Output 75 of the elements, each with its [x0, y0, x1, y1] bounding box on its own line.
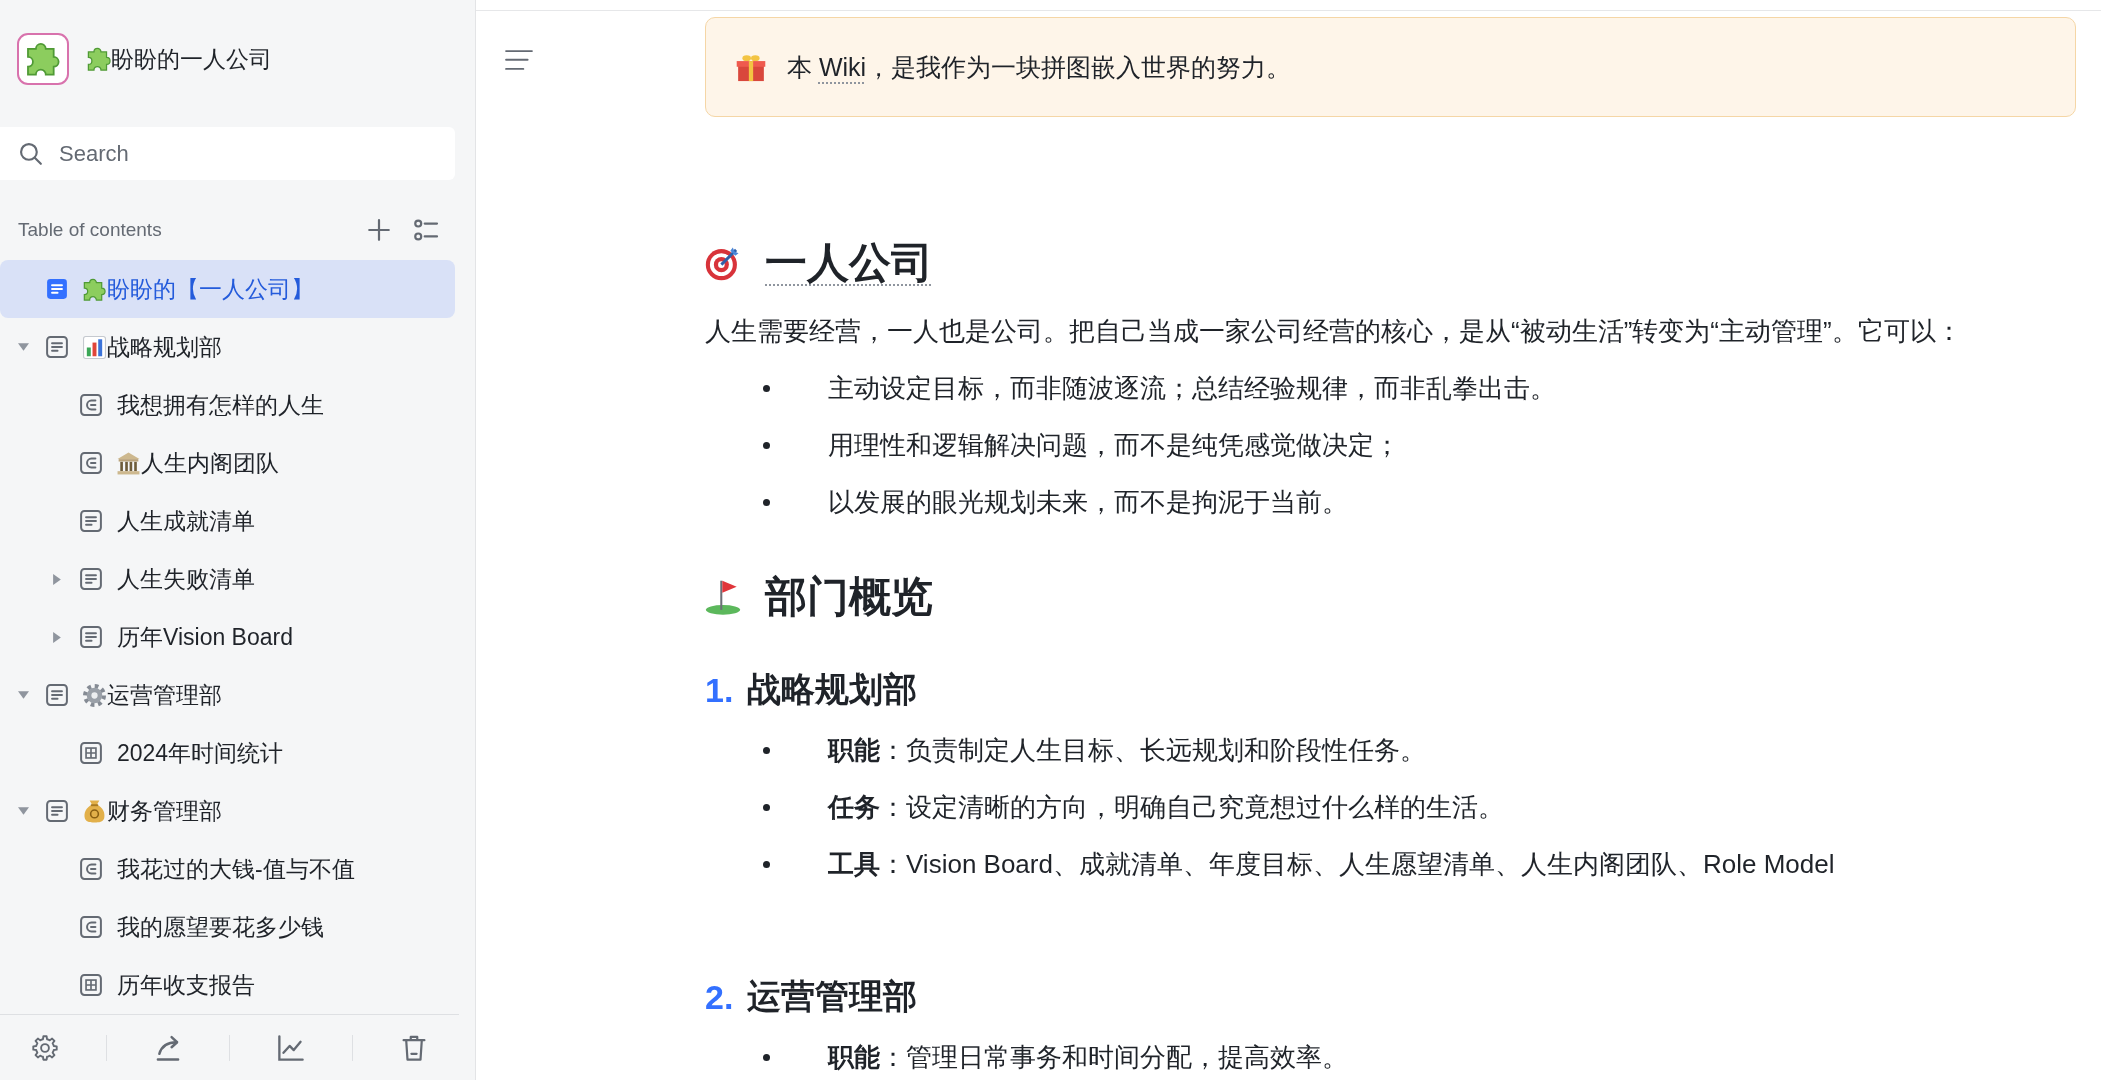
- puzzle-icon: [87, 47, 111, 71]
- tree-item[interactable]: 运营管理部: [0, 666, 455, 724]
- columned-building-icon: [117, 451, 140, 475]
- mind-map-icon: [80, 916, 102, 938]
- tree-item[interactable]: 人生内阁团队: [0, 434, 455, 492]
- caret-icon[interactable]: [17, 807, 29, 815]
- puzzle-logo-icon: [17, 33, 69, 85]
- list-item-text: 用理性和逻辑解决问题，而不是纯凭感觉做决定；: [828, 428, 1400, 462]
- bullet-icon: [763, 746, 770, 754]
- document-icon: [46, 336, 68, 358]
- caret-icon[interactable]: [53, 573, 61, 585]
- document-icon: [80, 626, 102, 648]
- term-link[interactable]: Wiki: [818, 52, 867, 81]
- bar-chart-icon: [83, 335, 106, 359]
- mind-map-icon: [80, 452, 102, 474]
- tree-item[interactable]: 盼盼的【一人公司】: [0, 260, 455, 318]
- tree-item[interactable]: 2024年时间统计: [0, 724, 455, 782]
- bullet-icon: [763, 441, 770, 449]
- share-icon[interactable]: [155, 1034, 181, 1061]
- callout-text: 本 Wiki，是我作为一块拼图嵌入世界的努力。: [787, 51, 1292, 83]
- table-icon: [80, 742, 102, 764]
- tree-item[interactable]: 人生失败清单: [0, 550, 455, 608]
- tree-item[interactable]: 我想拥有怎样的人生: [0, 376, 455, 434]
- search-field[interactable]: Search: [0, 127, 455, 180]
- tree-item[interactable]: 我花过的大钱-值与不值: [0, 840, 455, 898]
- target-icon: [705, 245, 741, 281]
- toc-heading: Table of contents: [18, 219, 163, 241]
- bullet-icon: [763, 384, 770, 392]
- section-heading: 运营管理部: [747, 976, 918, 1017]
- list-item-text: 以发展的眼光规划未来，而不是拘泥于当前。: [828, 485, 1348, 519]
- document-icon: [46, 684, 68, 706]
- wiki-title: 盼盼的一人公司: [111, 44, 272, 74]
- mind-map-icon: [80, 858, 102, 880]
- list-item-text: 职能：负责制定人生目标、长远规划和阶段性任务。: [828, 733, 1426, 767]
- document-icon: [80, 510, 102, 532]
- plus-icon[interactable]: [368, 219, 390, 241]
- money-bag-icon: [83, 799, 106, 823]
- caret-icon[interactable]: [17, 691, 29, 699]
- list-item-text: 工具：Vision Board、成就清单、年度目标、人生愿望清单、人生内阁团队、Role Model: [828, 847, 1835, 881]
- caret-icon[interactable]: [53, 631, 61, 643]
- tree-item[interactable]: 历年Vision Board: [0, 608, 455, 666]
- tree-item[interactable]: 历年收支报告: [0, 956, 455, 1014]
- heading-number: 1.: [705, 670, 734, 710]
- section-heading: 战略规划部: [747, 669, 918, 710]
- bullet-icon: [763, 803, 770, 811]
- heading: 一人公司: [765, 238, 933, 288]
- tree-item[interactable]: 财务管理部: [0, 782, 455, 840]
- mind-map-icon: [80, 394, 102, 416]
- heading: 部门概览: [765, 572, 933, 622]
- paragraph: 人生需要经营，一人也是公司。把自己当成一家公司经营的核心，是从“被动生活”转变为“主动管理”。它可以：: [705, 315, 1963, 348]
- golf-flag-icon: [705, 579, 741, 615]
- trash-icon[interactable]: [401, 1034, 427, 1061]
- menu-icon[interactable]: [505, 50, 533, 70]
- caret-icon[interactable]: [17, 343, 29, 351]
- gift-icon: [736, 52, 766, 82]
- puzzle-icon: [83, 277, 106, 301]
- tree-item[interactable]: 我的愿望要花多少钱: [0, 898, 455, 956]
- line-chart-icon[interactable]: [278, 1034, 304, 1061]
- heading-number: 2.: [705, 977, 734, 1017]
- document-icon: [46, 278, 68, 300]
- table-icon: [80, 974, 102, 996]
- document-icon: [80, 568, 102, 590]
- list-item-text: 主动设定目标，而非随波逐流；总结经验规律，而非乱拳出击。: [828, 371, 1556, 405]
- settings-icon[interactable]: [32, 1034, 58, 1061]
- bullet-icon: [763, 1053, 770, 1061]
- document-icon: [46, 800, 68, 822]
- bullet-icon: [763, 498, 770, 506]
- tree-item[interactable]: 人生成就清单: [0, 492, 455, 550]
- list-icon[interactable]: [413, 219, 439, 241]
- search-icon: [20, 142, 42, 165]
- list-item-text: 职能：管理日常事务和时间分配，提高效率。: [828, 1040, 1348, 1074]
- gear-icon: [83, 683, 106, 707]
- tree-item[interactable]: 战略规划部: [0, 318, 455, 376]
- bullet-icon: [763, 860, 770, 868]
- list-item-text: 任务：设定清晰的方向，明确自己究竟想过什么样的生活。: [828, 790, 1504, 824]
